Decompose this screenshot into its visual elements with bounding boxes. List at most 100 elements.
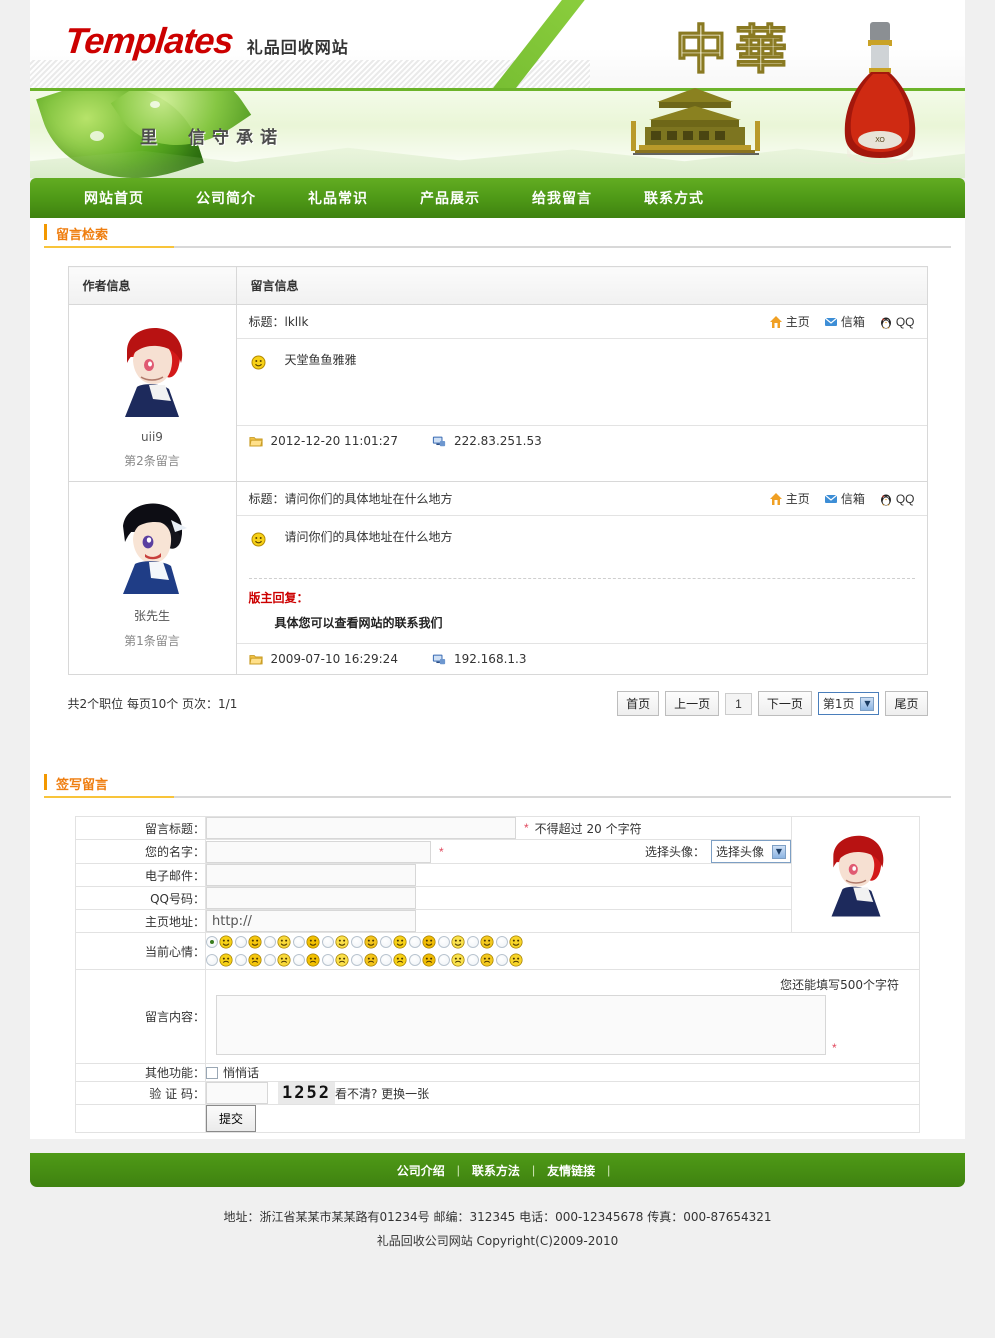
mood-radio[interactable] [438, 936, 450, 948]
mood-option[interactable] [293, 935, 322, 949]
wink2-emoticon-icon[interactable] [480, 953, 494, 967]
mood-radio[interactable] [467, 954, 479, 966]
qq-link[interactable]: QQ [879, 315, 915, 329]
first-page-button[interactable]: 首页 [617, 691, 660, 716]
mood-radio[interactable] [264, 954, 276, 966]
smirk-emoticon-icon[interactable] [277, 953, 291, 967]
mood-radio[interactable] [467, 936, 479, 948]
homepage-link[interactable]: 主页 [769, 313, 810, 330]
happy-emoticon-icon[interactable] [451, 953, 465, 967]
avatar-select[interactable]: 选择头像 ▼ [710, 840, 791, 863]
last-page-button[interactable]: 尾页 [885, 691, 928, 716]
mood-option[interactable] [264, 953, 293, 967]
mood-radio[interactable] [322, 954, 334, 966]
mailbox-link[interactable]: 信箱 [824, 490, 865, 507]
page-select[interactable]: 第1页 ▼ [817, 692, 880, 715]
homepage-link[interactable]: 主页 [769, 490, 810, 507]
mood-option[interactable] [235, 935, 264, 949]
confused-emoticon-icon[interactable] [219, 953, 233, 967]
big-grin-emoticon-icon[interactable] [364, 953, 378, 967]
captcha-input[interactable] [206, 1082, 268, 1104]
nerd-emoticon-icon[interactable] [248, 935, 262, 949]
homepage-input[interactable] [206, 910, 416, 932]
mood-option[interactable] [467, 953, 496, 967]
sunglasses-emoticon-icon[interactable] [364, 935, 378, 949]
wink-emoticon-icon[interactable] [306, 935, 320, 949]
cool-hat-emoticon-icon[interactable] [277, 935, 291, 949]
yum-emoticon-icon[interactable] [422, 953, 436, 967]
mood-option[interactable] [322, 953, 351, 967]
footer-link-about[interactable]: 公司介绍 [385, 1162, 457, 1179]
prev-page-button[interactable]: 上一页 [665, 691, 720, 716]
mood-radio[interactable] [409, 936, 421, 948]
mood-option[interactable] [380, 953, 409, 967]
mood-option[interactable] [409, 935, 438, 949]
mood-radio[interactable] [380, 954, 392, 966]
site-logo[interactable]: Templates 礼品回收网站 [63, 20, 349, 62]
captcha-refresh-link[interactable]: 看不清? 更换一张 [335, 1085, 429, 1102]
shy-emoticon-icon[interactable] [509, 953, 523, 967]
mood-radio[interactable] [264, 936, 276, 948]
laugh-emoticon-icon[interactable] [509, 935, 523, 949]
worried-emoticon-icon[interactable] [248, 953, 262, 967]
mood-option[interactable] [322, 935, 351, 949]
mood-radio[interactable] [322, 936, 334, 948]
silly-emoticon-icon[interactable] [306, 953, 320, 967]
mood-option[interactable] [293, 953, 322, 967]
mood-option[interactable] [351, 953, 380, 967]
mood-option[interactable] [206, 935, 235, 949]
dizzy-emoticon-icon[interactable] [451, 935, 465, 949]
footer-link-contact[interactable]: 联系方法 [460, 1162, 532, 1179]
sad-emoticon-icon[interactable] [480, 935, 494, 949]
mood-radio[interactable] [351, 936, 363, 948]
mood-radio[interactable] [380, 936, 392, 948]
mood-radio[interactable] [206, 954, 218, 966]
mood-option[interactable] [438, 953, 467, 967]
crazy-emoticon-icon[interactable] [393, 953, 407, 967]
mood-option[interactable] [467, 935, 496, 949]
name-input[interactable] [206, 840, 431, 863]
nav-item-about[interactable]: 公司简介 [170, 188, 282, 208]
nav-item-contact[interactable]: 联系方式 [618, 188, 730, 208]
footer-link-friendlinks[interactable]: 友情链接 [535, 1162, 607, 1179]
private-message-checkbox-wrap[interactable]: 悄悄话 [206, 1066, 259, 1080]
mailbox-link[interactable]: 信箱 [824, 313, 865, 330]
smile-emoticon-icon[interactable] [219, 935, 233, 949]
mood-option[interactable] [380, 935, 409, 949]
mood-radio[interactable] [496, 936, 508, 948]
mood-option[interactable] [206, 953, 235, 967]
mood-option[interactable] [235, 953, 264, 967]
qq-input[interactable] [206, 887, 416, 909]
content-textarea[interactable] [216, 995, 826, 1055]
mood-option[interactable] [409, 953, 438, 967]
mood-radio[interactable] [351, 954, 363, 966]
private-message-checkbox[interactable] [206, 1067, 218, 1079]
mood-option[interactable] [351, 935, 380, 949]
mood-radio[interactable] [235, 936, 247, 948]
mood-radio[interactable] [235, 954, 247, 966]
neutral-emoticon-icon[interactable] [335, 953, 349, 967]
mood-radio[interactable] [409, 954, 421, 966]
nav-item-guestbook[interactable]: 给我留言 [506, 188, 618, 208]
email-input[interactable] [206, 864, 416, 886]
mood-radio[interactable] [496, 954, 508, 966]
mood-radio[interactable] [438, 954, 450, 966]
mood-radio[interactable] [206, 936, 218, 948]
mood-option[interactable] [438, 935, 467, 949]
nav-item-home[interactable]: 网站首页 [58, 188, 170, 208]
mood-radio[interactable] [293, 936, 305, 948]
mood-radio[interactable] [293, 954, 305, 966]
grin-emoticon-icon[interactable] [335, 935, 349, 949]
mood-option[interactable] [496, 935, 525, 949]
message-title-input[interactable] [206, 817, 516, 839]
current-page-number[interactable]: 1 [725, 692, 752, 715]
mood-option[interactable] [496, 953, 525, 967]
nav-item-knowledge[interactable]: 礼品常识 [282, 188, 394, 208]
next-page-button[interactable]: 下一页 [757, 691, 812, 716]
tongue-emoticon-icon[interactable] [393, 935, 407, 949]
submit-button[interactable]: 提交 [206, 1105, 257, 1132]
nav-item-products[interactable]: 产品展示 [394, 188, 506, 208]
mood-option[interactable] [264, 935, 293, 949]
surprise-emoticon-icon[interactable] [422, 935, 436, 949]
qq-link[interactable]: QQ [879, 492, 915, 506]
